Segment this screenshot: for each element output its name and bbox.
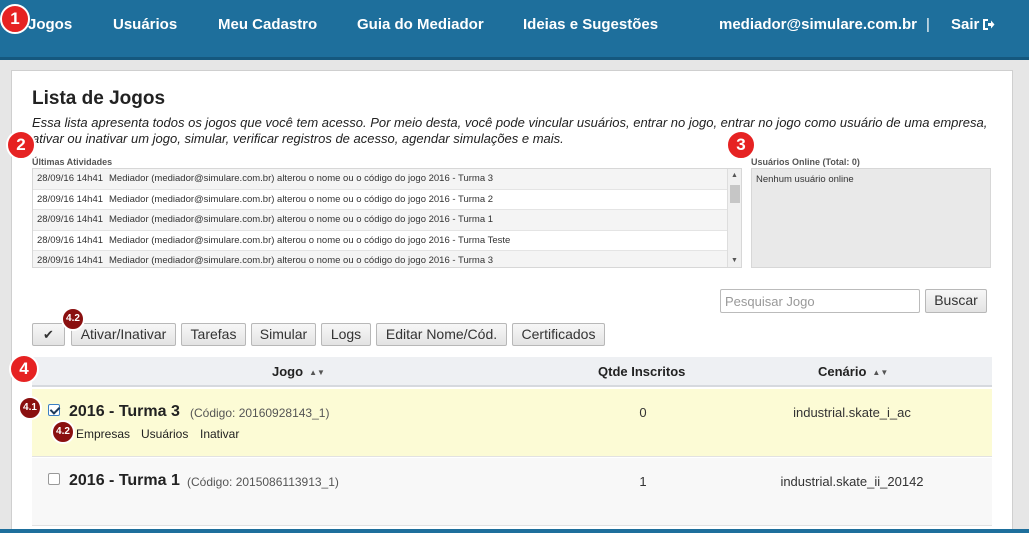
annotation-marker-4-2-toolbar: 4.2 — [61, 307, 85, 331]
log-row: 28/09/16 14h41 Mediador (mediador@simular… — [33, 169, 741, 190]
search-input[interactable] — [720, 289, 920, 313]
edit-name-code-button[interactable]: Editar Nome/Cód. — [376, 323, 507, 346]
sort-icon[interactable]: ▲▼ — [872, 368, 888, 377]
log-row: 28/09/16 14h41 Mediador (mediador@simular… — [33, 190, 741, 210]
log-scrollbar[interactable]: ▲ ▼ — [727, 169, 741, 267]
row-checkbox[interactable] — [48, 473, 60, 485]
enrolled-count: 0 — [639, 405, 647, 420]
online-users-box: Nenhum usuário online — [751, 168, 991, 268]
scroll-down-icon[interactable]: ▼ — [731, 257, 738, 264]
online-users-label: Usuários Online (Total: 0) — [751, 157, 860, 167]
nav-separator: | — [926, 16, 930, 33]
scenario-name: industrial.skate_i_ac — [793, 405, 911, 420]
enrolled-count: 1 — [639, 474, 647, 489]
log-row: 28/09/16 14h41 Mediador (mediador@simular… — [33, 251, 741, 267]
simulate-button[interactable]: Simular — [251, 323, 316, 346]
bottom-bar — [0, 529, 1029, 533]
annotation-marker-4: 4 — [9, 354, 39, 384]
activities-label: Últimas Atividades — [32, 157, 113, 167]
scenario-name: industrial.skate_ii_20142 — [780, 474, 924, 489]
game-code: (Código: 2015086113913_1) — [187, 475, 339, 489]
game-name[interactable]: 2016 - Turma 3 — [69, 403, 180, 421]
sort-icon[interactable]: ▲▼ — [309, 368, 325, 377]
online-empty-text: Nenhum usuário online — [756, 174, 854, 185]
nav-guia-do-mediador[interactable]: Guia do Mediador — [357, 16, 484, 33]
nav-ideias-e-sugestoes[interactable]: Ideias e Sugestões — [523, 16, 658, 33]
game-code: (Código: 20160928143_1) — [190, 406, 330, 420]
select-all-button[interactable]: ✔ — [32, 323, 65, 346]
column-header-game[interactable]: Jogo ▲▼ — [272, 364, 325, 379]
tasks-button[interactable]: Tarefas — [181, 323, 246, 346]
logout-label: Sair — [951, 16, 980, 33]
annotation-marker-1: 1 — [0, 4, 30, 34]
game-name[interactable]: 2016 - Turma 1 — [69, 472, 180, 490]
log-row: 28/09/16 14h41 Mediador (mediador@simular… — [33, 210, 741, 231]
scroll-up-icon[interactable]: ▲ — [731, 172, 738, 179]
column-header-enrolled: Qtde Inscritos — [598, 364, 686, 379]
companies-link[interactable]: Empresas — [76, 427, 130, 441]
log-row: 28/09/16 14h41 Mediador (mediador@simular… — [33, 231, 741, 251]
nav-jogos[interactable]: Jogos — [28, 16, 72, 33]
row-checkbox[interactable] — [48, 404, 60, 416]
users-link[interactable]: Usuários — [141, 427, 188, 441]
page-title: Lista de Jogos — [32, 88, 166, 109]
top-navbar: Jogos Usuários Meu Cadastro Guia do Medi… — [0, 0, 1029, 60]
logout-icon — [983, 19, 995, 30]
logout-link[interactable]: Sair — [951, 16, 995, 33]
annotation-marker-4-1: 4.1 — [18, 396, 42, 420]
annotation-marker-2: 2 — [6, 130, 36, 160]
column-header-scenario[interactable]: Cenário ▲▼ — [818, 364, 888, 379]
certificates-button[interactable]: Certificados — [512, 323, 605, 346]
toggle-active-button[interactable]: Ativar/Inativar — [71, 323, 176, 346]
deactivate-link[interactable]: Inativar — [200, 427, 239, 441]
scroll-thumb[interactable] — [730, 185, 740, 203]
table-row[interactable]: 2016 - Turma 1 (Código: 2015086113913_1)… — [32, 458, 992, 526]
nav-meu-cadastro[interactable]: Meu Cadastro — [218, 16, 317, 33]
activities-log[interactable]: 28/09/16 14h41 Mediador (mediador@simular… — [32, 168, 742, 268]
table-row[interactable]: 2016 - Turma 3 (Código: 20160928143_1) 0… — [32, 389, 992, 457]
page-description: Essa lista apresenta todos os jogos que … — [32, 115, 988, 146]
user-email[interactable]: mediador@simulare.com.br — [719, 16, 917, 33]
logs-button[interactable]: Logs — [321, 323, 371, 346]
annotation-marker-4-2-row: 4.2 — [51, 420, 75, 444]
search-button[interactable]: Buscar — [925, 289, 987, 313]
table-header: Jogo ▲▼ Qtde Inscritos Cenário ▲▼ — [32, 357, 992, 387]
annotation-marker-3: 3 — [726, 130, 756, 160]
nav-usuarios[interactable]: Usuários — [113, 16, 177, 33]
